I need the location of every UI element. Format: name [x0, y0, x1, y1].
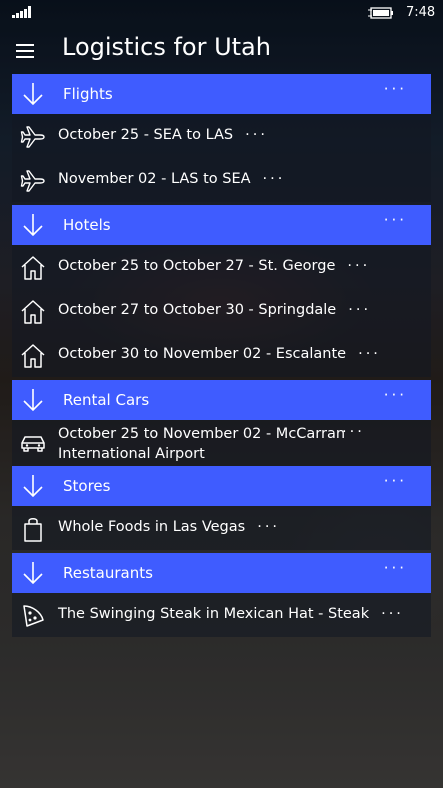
section-more-button[interactable]: ···	[384, 80, 407, 98]
status-bar: 7:48	[0, 0, 443, 28]
list-item-rental-car-1[interactable]: October 25 to November 02 - McCarran Int…	[12, 420, 431, 466]
section-more-button[interactable]: ···	[384, 472, 407, 490]
hamburger-menu-icon[interactable]	[16, 44, 34, 58]
arrow-down-icon[interactable]	[22, 213, 44, 237]
house-icon	[21, 256, 45, 280]
list-item-hotel-1[interactable]: October 25 to October 27 - St. George ···	[12, 245, 431, 289]
house-icon	[21, 300, 45, 324]
list-item-restaurant-1[interactable]: The Swinging Steak in Mexican Hat - Stea…	[12, 593, 431, 637]
list-item-hotel-3[interactable]: October 30 to November 02 - Escalante ···	[12, 333, 431, 377]
page-title: Logistics for Utah	[62, 33, 271, 61]
list-item-text: The Swinging Steak in Mexican Hat - Stea…	[58, 606, 404, 622]
section-label: Hotels	[63, 216, 111, 234]
section-more-button[interactable]: ···	[384, 559, 407, 577]
list-item-text: November 02 - LAS to SEA ···	[58, 171, 286, 187]
section-label: Rental Cars	[63, 391, 150, 409]
section-header-restaurants[interactable]: Restaurants ···	[12, 553, 431, 593]
section-header-stores[interactable]: Stores ···	[12, 466, 431, 506]
section-more-button[interactable]: ···	[384, 211, 407, 229]
item-more-button[interactable]: ···	[245, 127, 268, 143]
battery-charging-icon	[368, 7, 393, 19]
shopping-bag-icon	[24, 518, 42, 542]
arrow-down-icon[interactable]	[22, 82, 44, 106]
section-label: Stores	[63, 477, 111, 495]
section-header-flights[interactable]: Flights ···	[12, 74, 431, 114]
list-item-flight-2[interactable]: November 02 - LAS to SEA ···	[12, 158, 431, 202]
clock: 7:48	[406, 5, 436, 20]
arrow-down-icon[interactable]	[22, 388, 44, 412]
list-item-text: Whole Foods in Las Vegas ···	[58, 519, 281, 535]
section-header-hotels[interactable]: Hotels ···	[12, 205, 431, 245]
airplane-icon	[20, 126, 45, 148]
pizza-icon	[23, 605, 44, 627]
arrow-down-icon[interactable]	[22, 474, 44, 498]
list-item-text: October 27 to October 30 - Springdale ···	[58, 302, 372, 318]
car-icon	[21, 436, 45, 452]
item-more-button[interactable]: ···	[263, 171, 286, 187]
section-label: Flights	[63, 85, 113, 103]
item-more-button[interactable]: ···	[257, 519, 280, 535]
item-more-button[interactable]: ···	[381, 606, 404, 622]
list-item-text: October 25 to October 27 - St. George ···	[58, 258, 371, 274]
signal-strength-icon	[12, 6, 31, 18]
list-item-text: October 30 to November 02 - Escalante ···	[58, 346, 381, 362]
section-more-button[interactable]: ···	[384, 386, 407, 404]
section-header-rental-cars[interactable]: Rental Cars ···	[12, 380, 431, 420]
list-item-store-1[interactable]: Whole Foods in Las Vegas ···	[12, 506, 431, 550]
list-item-text: October 25 - SEA to LAS ···	[58, 127, 268, 143]
list-item-flight-1[interactable]: October 25 - SEA to LAS ···	[12, 114, 431, 158]
list-item-text: October 25 to November 02 - McCarran Int…	[58, 426, 346, 462]
logistics-list: Flights ··· October 25 - SEA to LAS ··· N…	[12, 74, 431, 637]
house-icon	[21, 344, 45, 368]
item-more-button[interactable]: ···	[348, 302, 371, 318]
list-item-hotel-2[interactable]: October 27 to October 30 - Springdale ···	[12, 289, 431, 333]
section-label: Restaurants	[63, 564, 153, 582]
item-more-button[interactable]: ···	[342, 424, 365, 440]
airplane-icon	[20, 170, 45, 192]
arrow-down-icon[interactable]	[22, 561, 44, 585]
item-more-button[interactable]: ···	[347, 258, 370, 274]
item-more-button[interactable]: ···	[358, 346, 381, 362]
